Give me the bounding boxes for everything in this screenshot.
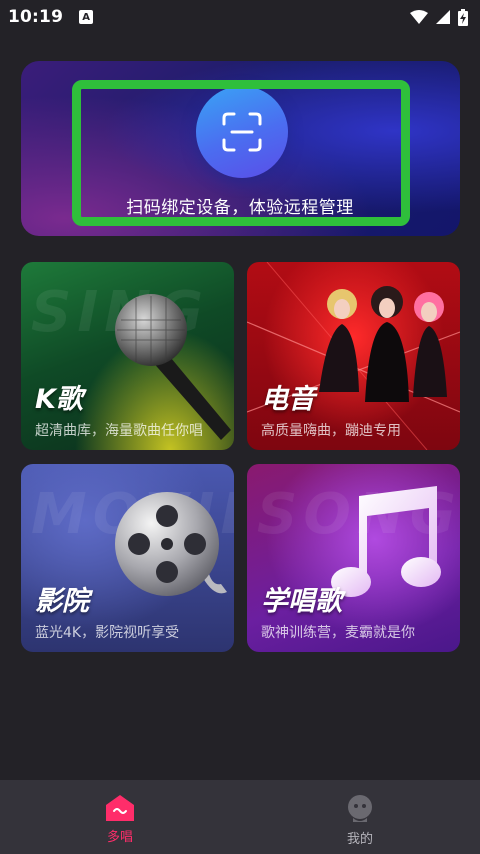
status-time: 10:19 xyxy=(8,7,64,27)
battery-icon xyxy=(458,8,468,26)
notification-icon: A xyxy=(79,10,94,24)
cell-signal-icon xyxy=(436,10,450,24)
card-karaoke[interactable]: SING K歌 超清曲库，海量歌曲任你唱 xyxy=(21,262,234,450)
status-bar: 10:19 A xyxy=(0,0,480,34)
bottom-tab-bar: 多唱 我的 xyxy=(0,780,480,854)
card-title: 电音 xyxy=(261,384,315,415)
microphone-icon xyxy=(115,294,231,440)
tab-home[interactable]: 多唱 xyxy=(0,780,240,854)
card-title: 学唱歌 xyxy=(261,586,342,617)
tab-label: 多唱 xyxy=(106,830,133,845)
tab-label: 我的 xyxy=(346,832,373,847)
card-description: 超清曲库，海量歌曲任你唱 xyxy=(35,423,203,439)
card-cinema[interactable]: MOVIE 影院 蓝光4K，影院视听享受 xyxy=(21,464,234,652)
card-electronic[interactable]: 电音 高质量嗨曲，蹦迪专用 xyxy=(247,262,460,450)
music-note-icon xyxy=(331,486,441,597)
wifi-icon xyxy=(410,10,428,24)
card-description: 歌神训练营，麦霸就是你 xyxy=(261,625,415,641)
card-description: 蓝光4K，影院视听享受 xyxy=(35,625,180,641)
card-title: K歌 xyxy=(35,384,83,415)
profile-icon xyxy=(348,795,372,822)
highlight-frame xyxy=(72,80,410,226)
card-learn-singing[interactable]: SONG 学唱歌 歌神训练营，麦霸就是你 xyxy=(247,464,460,652)
film-reel-icon xyxy=(115,492,227,596)
card-description: 高质量嗨曲，蹦迪专用 xyxy=(261,423,401,439)
card-title: 影院 xyxy=(35,586,89,617)
home-icon xyxy=(106,795,134,821)
tab-profile[interactable]: 我的 xyxy=(240,780,480,854)
